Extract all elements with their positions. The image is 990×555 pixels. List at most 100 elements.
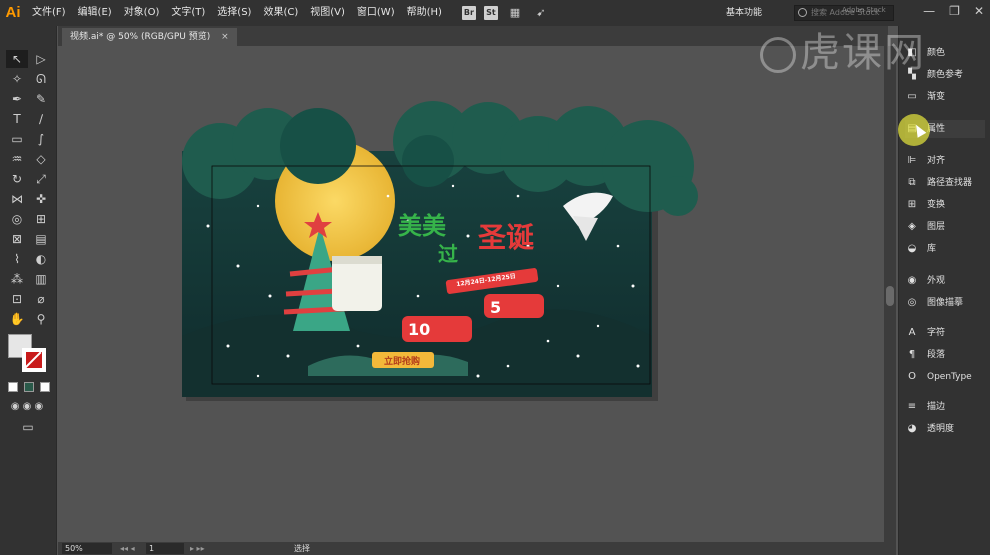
appearance-icon: ◉ <box>907 275 917 286</box>
hand-tool-icon[interactable]: ✋ <box>6 310 28 328</box>
panel-label: OpenType <box>927 372 972 382</box>
bridge-icon[interactable]: Br <box>461 6 476 20</box>
scale-tool-icon[interactable]: ⤢ <box>30 170 52 188</box>
gradient-tool-icon[interactable]: ▤ <box>30 230 52 248</box>
curvature-tool-icon[interactable]: ✎ <box>30 90 52 108</box>
watermark: 虎课网 <box>760 20 926 78</box>
selection-tool-icon[interactable]: ↖ <box>6 50 28 68</box>
menu-window[interactable]: 窗口(W) <box>351 0 401 26</box>
menu-object[interactable]: 对象(O) <box>118 0 166 26</box>
slice-tool-icon[interactable]: ⌀ <box>30 290 52 308</box>
tools-panel: ↖ ▷ ✧ ᘏ ✒ ✎ T ∕ ▭ ∫ ♒ ◇ ↻ ⤢ ⋈ ✜ ◎ ⊞ ⊠ ▤ … <box>0 26 57 555</box>
watermark-small: Adobe Stock <box>842 6 886 14</box>
panel-stroke[interactable]: ≡ 描边 <box>905 398 985 416</box>
scroll-thumb[interactable] <box>886 286 894 306</box>
badge-1-number: 10 <box>408 320 431 339</box>
pen-tool-icon[interactable]: ✒ <box>6 90 28 108</box>
shape-builder-tool-icon[interactable]: ◎ <box>6 210 28 228</box>
panel-dock: ◧颜色 ▚颜色参考 ▭渐变 ▤属性 ⊫对齐 ⧉路径查找器 ⊞变换 ◈图层 ◒库 … <box>898 26 990 555</box>
character-icon: A <box>908 327 916 338</box>
panel-image-trace[interactable]: ◎ 图像描摹 <box>905 294 985 312</box>
zoom-tool-icon[interactable]: ⚲ <box>30 310 52 328</box>
artboard-nav-arrows[interactable]: ◂◂ ◂ <box>120 543 135 554</box>
eyedropper-tool-icon[interactable]: ⌇ <box>6 250 28 268</box>
window-controls: — ❐ ✕ <box>923 4 984 18</box>
headline-2: 过 <box>438 242 458 266</box>
rotate-tool-icon[interactable]: ↻ <box>6 170 28 188</box>
panel-paragraph[interactable]: ¶ 段落 <box>905 346 985 364</box>
document-tab[interactable]: 视频.ai* @ 50% (RGB/GPU 预览) × <box>62 28 237 46</box>
zoom-select[interactable]: 50% <box>62 543 112 554</box>
gpu-performance-icon[interactable]: ➹ <box>532 4 550 22</box>
panel-label: 段落 <box>927 350 946 360</box>
close-window-button[interactable]: ✕ <box>974 4 984 18</box>
menu-view[interactable]: 视图(V) <box>304 0 351 26</box>
mesh-tool-icon[interactable]: ⊠ <box>6 230 28 248</box>
tool-grid: ↖ ▷ ✧ ᘏ ✒ ✎ T ∕ ▭ ∫ ♒ ◇ ↻ ⤢ ⋈ ✜ ◎ ⊞ ⊠ ▤ … <box>6 50 52 328</box>
panel-pathfinder[interactable]: ⧉ 路径查找器 <box>905 174 985 192</box>
close-tab-icon[interactable]: × <box>221 32 229 42</box>
canvas-area[interactable]: 美美 过 圣诞 12月24日-12月25日 10 5 立即抢购 <box>58 46 884 542</box>
paragraph-icon: ¶ <box>908 349 916 360</box>
stock-icon[interactable]: St <box>483 6 498 20</box>
menu-type[interactable]: 文字(T) <box>165 0 211 26</box>
paintbrush-tool-icon[interactable]: ∫ <box>30 130 52 148</box>
vertical-scrollbar[interactable] <box>884 46 896 542</box>
panel-transparency[interactable]: ◕ 透明度 <box>905 420 985 438</box>
current-tool-status: 选择 <box>294 544 310 553</box>
panel-label: 库 <box>927 244 937 254</box>
panel-transform[interactable]: ⊞ 变换 <box>905 196 985 214</box>
shaper-tool-icon[interactable]: ♒ <box>6 150 28 168</box>
panel-label: 变换 <box>927 200 946 210</box>
badge-2-number: 5 <box>490 298 502 317</box>
panel-align[interactable]: ⊫ 对齐 <box>905 152 985 170</box>
column-graph-tool-icon[interactable]: ▥ <box>30 270 52 288</box>
artboard-number-field[interactable]: 1 <box>146 543 184 554</box>
menu-help[interactable]: 帮助(H) <box>401 0 448 26</box>
menu-icon-group: Br St ▦ ➹ <box>461 4 550 22</box>
minimize-button[interactable]: — <box>923 4 935 18</box>
panel-libraries[interactable]: ◒ 库 <box>905 240 985 258</box>
artwork-svg <box>182 101 698 401</box>
puppet-warp-tool-icon[interactable]: ✜ <box>30 190 52 208</box>
search-icon <box>798 8 807 17</box>
app-logo: Ai <box>5 4 21 21</box>
document-tab-label: 视频.ai* @ 50% (RGB/GPU 预览) <box>70 32 211 42</box>
draw-mode-icon[interactable]: ◉ ◉ ◉ <box>8 398 46 416</box>
blend-tool-icon[interactable]: ◐ <box>30 250 52 268</box>
direct-selection-tool-icon[interactable]: ▷ <box>30 50 52 68</box>
perspective-grid-tool-icon[interactable]: ⊞ <box>30 210 52 228</box>
rectangle-tool-icon[interactable]: ▭ <box>6 130 28 148</box>
line-tool-icon[interactable]: ∕ <box>30 110 52 128</box>
none-mode-swatch[interactable] <box>40 382 50 392</box>
menu-edit[interactable]: 编辑(E) <box>72 0 118 26</box>
panel-character[interactable]: A 字符 <box>905 324 985 342</box>
arrange-documents-icon[interactable]: ▦ <box>506 4 524 22</box>
panel-layers[interactable]: ◈ 图层 <box>905 218 985 236</box>
lasso-tool-icon[interactable]: ᘏ <box>30 70 52 88</box>
menu-file[interactable]: 文件(F) <box>26 0 72 26</box>
panel-appearance[interactable]: ◉ 外观 <box>905 272 985 290</box>
panel-label: 颜色 <box>927 48 946 58</box>
gradient-mode-swatch[interactable] <box>24 382 34 392</box>
panel-label: 颜色参考 <box>927 70 964 80</box>
layers-icon: ◈ <box>908 221 916 232</box>
maximize-button[interactable]: ❐ <box>949 4 960 18</box>
eraser-tool-icon[interactable]: ◇ <box>30 150 52 168</box>
panel-gradient[interactable]: ▭ 渐变 <box>905 88 985 106</box>
stroke-swatch[interactable] <box>22 348 46 372</box>
symbol-sprayer-tool-icon[interactable]: ⁂ <box>6 270 28 288</box>
screen-mode-icon[interactable]: ▭ <box>16 418 40 436</box>
menu-effect[interactable]: 效果(C) <box>257 0 304 26</box>
magic-wand-tool-icon[interactable]: ✧ <box>6 70 28 88</box>
artboard-tool-icon[interactable]: ⊡ <box>6 290 28 308</box>
width-tool-icon[interactable]: ⋈ <box>6 190 28 208</box>
artboard-nav-forward[interactable]: ▸ ▸▸ <box>190 543 205 554</box>
menu-select[interactable]: 选择(S) <box>211 0 257 26</box>
workspace-switcher[interactable]: 基本功能 <box>726 5 762 18</box>
transform-icon: ⊞ <box>907 199 917 210</box>
type-tool-icon[interactable]: T <box>6 110 28 128</box>
panel-opentype[interactable]: O OpenType <box>905 368 985 386</box>
color-mode-swatch[interactable] <box>8 382 18 392</box>
panel-label: 路径查找器 <box>927 178 973 188</box>
